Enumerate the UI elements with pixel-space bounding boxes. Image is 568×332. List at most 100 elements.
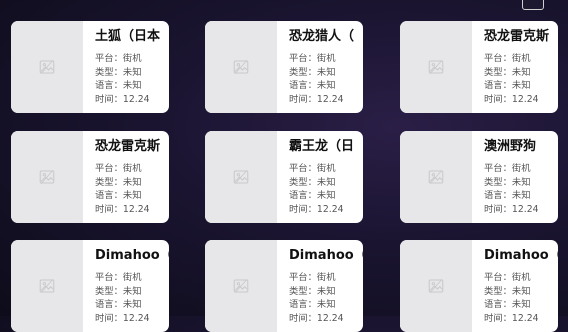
time-value: 12.24	[511, 203, 539, 215]
type-value: 未知	[511, 66, 531, 78]
platform-row: 平台：街机	[95, 162, 169, 176]
game-info: 恐龙雷克斯 平台：街机 类型：未知 语言：未知 时间：12.24	[472, 21, 558, 113]
game-card[interactable]: 恐龙雷克斯 平台：街机 类型：未知 语言：未知 时间：12.24	[11, 131, 169, 223]
game-card[interactable]: 恐龙雷克斯 平台：街机 类型：未知 语言：未知 时间：12.24	[400, 21, 558, 113]
type-value: 未知	[122, 285, 142, 297]
type-value: 未知	[122, 66, 142, 78]
game-thumbnail	[400, 21, 472, 113]
language-value: 未知	[511, 80, 531, 91]
time-label: 时间：	[95, 312, 123, 324]
game-info: 霸王龙（日 平台：街机 类型：未知 语言：未知 时间：12.24	[277, 131, 363, 223]
time-row: 时间：12.24	[289, 312, 363, 326]
language-row: 语言：未知	[289, 189, 363, 203]
platform-row: 平台：街机	[289, 271, 363, 285]
platform-value: 街机	[511, 163, 531, 174]
game-info: 土狐（日本 平台：街机 类型：未知 语言：未知 时间：12.24	[83, 21, 169, 113]
language-value: 未知	[511, 299, 531, 310]
game-meta: 平台：街机 类型：未知 语言：未知 时间：12.24	[95, 271, 169, 325]
type-label: 类型：	[484, 285, 512, 297]
game-thumbnail	[11, 21, 83, 113]
type-label: 类型：	[289, 176, 317, 188]
language-label: 语言：	[289, 190, 317, 201]
type-row: 类型：未知	[289, 285, 363, 299]
time-label: 时间：	[484, 93, 512, 105]
game-card[interactable]: Dimahoo（ 平台：街机 类型：未知 语言：未知 时间：12.24	[205, 240, 363, 332]
type-row: 类型：未知	[484, 285, 558, 299]
time-row: 时间：12.24	[484, 312, 558, 326]
type-label: 类型：	[289, 285, 317, 297]
language-label: 语言：	[95, 299, 123, 310]
language-value: 未知	[316, 299, 336, 310]
image-placeholder-icon	[233, 278, 249, 294]
time-label: 时间：	[289, 203, 317, 215]
game-thumbnail	[11, 240, 83, 332]
type-value: 未知	[122, 176, 142, 188]
time-label: 时间：	[484, 203, 512, 215]
game-card[interactable]: Dimahoo（ 平台：街机 类型：未知 语言：未知 时间：12.24	[11, 240, 169, 332]
game-title: 澳洲野狗	[484, 139, 537, 154]
platform-row: 平台：街机	[95, 52, 169, 66]
type-value: 未知	[316, 285, 336, 297]
platform-value: 街机	[122, 272, 142, 283]
language-row: 语言：未知	[484, 79, 558, 93]
game-card[interactable]: 土狐（日本 平台：街机 类型：未知 语言：未知 时间：12.24	[11, 21, 169, 113]
game-card[interactable]: 恐龙猎人（ 平台：街机 类型：未知 语言：未知 时间：12.24	[205, 21, 363, 113]
type-row: 类型：未知	[289, 66, 363, 80]
game-meta: 平台：街机 类型：未知 语言：未知 时间：12.24	[484, 271, 558, 325]
game-card[interactable]: Dimahoo（ 平台：街机 类型：未知 语言：未知 时间：12.24	[400, 240, 558, 332]
platform-row: 平台：街机	[289, 162, 363, 176]
platform-value: 街机	[511, 272, 531, 283]
game-title: Dimahoo（	[289, 248, 363, 263]
top-right-button[interactable]	[522, 0, 544, 10]
game-info: 恐龙雷克斯 平台：街机 类型：未知 语言：未知 时间：12.24	[83, 131, 169, 223]
language-row: 语言：未知	[95, 298, 169, 312]
time-value: 12.24	[316, 312, 344, 324]
platform-row: 平台：街机	[95, 271, 169, 285]
game-meta: 平台：街机 类型：未知 语言：未知 时间：12.24	[289, 271, 363, 325]
type-value: 未知	[316, 176, 336, 188]
language-label: 语言：	[484, 299, 512, 310]
time-row: 时间：12.24	[95, 203, 169, 217]
game-thumbnail	[205, 240, 277, 332]
time-value: 12.24	[316, 93, 344, 105]
time-row: 时间：12.24	[95, 312, 169, 326]
platform-label: 平台：	[484, 53, 512, 64]
time-label: 时间：	[95, 203, 123, 215]
image-placeholder-icon	[428, 169, 444, 185]
platform-label: 平台：	[289, 163, 317, 174]
type-label: 类型：	[95, 66, 123, 78]
type-row: 类型：未知	[484, 66, 558, 80]
image-placeholder-icon	[428, 59, 444, 75]
language-label: 语言：	[484, 80, 512, 91]
time-label: 时间：	[289, 93, 317, 105]
game-meta: 平台：街机 类型：未知 语言：未知 时间：12.24	[289, 162, 363, 216]
platform-label: 平台：	[484, 272, 512, 283]
game-title: 土狐（日本	[95, 29, 161, 44]
time-row: 时间：12.24	[289, 203, 363, 217]
language-label: 语言：	[289, 299, 317, 310]
language-row: 语言：未知	[289, 298, 363, 312]
platform-value: 街机	[511, 53, 531, 64]
language-value: 未知	[122, 190, 142, 201]
platform-value: 街机	[316, 272, 336, 283]
game-thumbnail	[205, 21, 277, 113]
game-card[interactable]: 霸王龙（日 平台：街机 类型：未知 语言：未知 时间：12.24	[205, 131, 363, 223]
platform-label: 平台：	[484, 163, 512, 174]
game-title: Dimahoo（	[484, 248, 558, 263]
time-row: 时间：12.24	[289, 93, 363, 107]
image-placeholder-icon	[428, 278, 444, 294]
language-value: 未知	[316, 80, 336, 91]
game-meta: 平台：街机 类型：未知 语言：未知 时间：12.24	[95, 162, 169, 216]
type-label: 类型：	[95, 176, 123, 188]
game-card[interactable]: 澳洲野狗 平台：街机 类型：未知 语言：未知 时间：12.24	[400, 131, 558, 223]
platform-value: 街机	[316, 163, 336, 174]
image-placeholder-icon	[233, 169, 249, 185]
time-value: 12.24	[122, 93, 150, 105]
game-info: 澳洲野狗 平台：街机 类型：未知 语言：未知 时间：12.24	[472, 131, 558, 223]
game-thumbnail	[205, 131, 277, 223]
image-placeholder-icon	[39, 278, 55, 294]
time-label: 时间：	[484, 312, 512, 324]
platform-value: 街机	[122, 163, 142, 174]
platform-row: 平台：街机	[484, 271, 558, 285]
time-value: 12.24	[511, 312, 539, 324]
